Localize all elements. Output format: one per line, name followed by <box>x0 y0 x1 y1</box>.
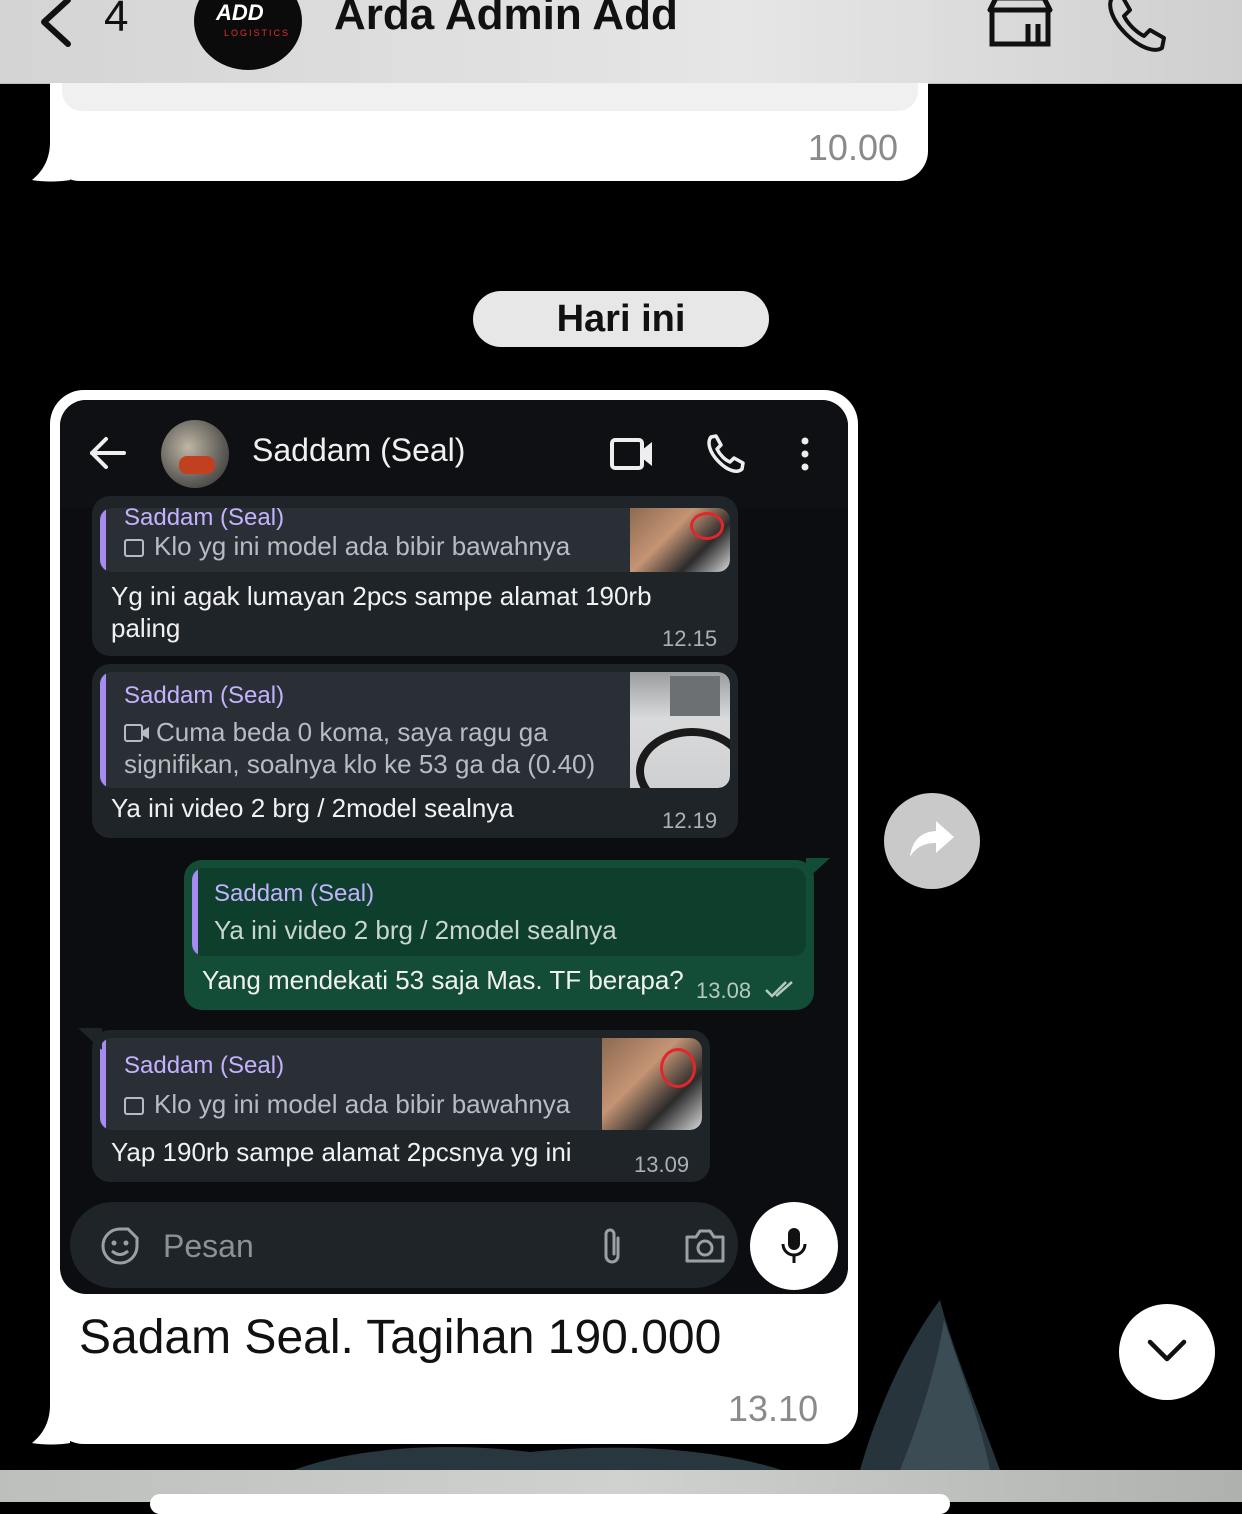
quote-sender: Saddam (Seal) <box>124 682 285 709</box>
message-time: 13.09 <box>634 1152 690 1177</box>
quote-text: Klo yg ini model ada bibir bawahnya <box>124 1088 570 1120</box>
message-text: paling <box>111 613 181 643</box>
quote-thumbnail <box>602 1038 702 1130</box>
embedded-chat-header: Saddam (Seal) <box>60 400 848 508</box>
quote-sender: Saddam (Seal) <box>124 1052 285 1079</box>
incoming-message: Saddam (Seal) Klo yg ini model ada bibir… <box>92 496 738 656</box>
message-text: Yap 190rb sampe alamat 2pcsnya yg ini <box>111 1137 572 1167</box>
reply-quote: Saddam (Seal) Cuma beda 0 koma, saya rag… <box>100 672 730 788</box>
date-divider: Hari ini <box>473 291 769 347</box>
phone-icon[interactable] <box>1104 0 1170 54</box>
embedded-contact-name: Saddam (Seal) <box>252 432 466 468</box>
phone-icon <box>707 434 745 473</box>
image-icon <box>124 539 144 557</box>
quote-text: Cuma beda 0 koma, saya ragu ga <box>124 716 548 748</box>
logo-text: ADD <box>216 0 264 25</box>
back-arrow-icon <box>90 437 126 469</box>
contact-avatar[interactable]: ADD LOGISTICS <box>194 0 302 70</box>
bubble-tail <box>32 1405 70 1445</box>
reply-quote: Saddam (Seal) Klo yg ini model ada bibir… <box>100 508 730 572</box>
quote-thumbnail <box>630 672 730 788</box>
video-icon <box>124 724 149 742</box>
message-input[interactable] <box>150 1494 950 1514</box>
input-placeholder: Pesan <box>163 1228 254 1264</box>
attachment-icon <box>604 1228 620 1264</box>
microphone-icon <box>781 1228 807 1263</box>
image-icon <box>124 1097 144 1115</box>
embedded-avatar <box>161 420 229 488</box>
store-icon[interactable] <box>984 0 1056 48</box>
reply-quote: Saddam (Seal) Ya ini video 2 brg / 2mode… <box>192 868 806 956</box>
message-time: 12.15 <box>662 626 718 651</box>
attached-screenshot[interactable]: Saddam (Seal) Saddam (Seal) Klo yg ini m… <box>60 400 848 1294</box>
mic-button <box>750 1202 838 1290</box>
more-menu-icon <box>801 437 809 471</box>
message-time: 13.10 <box>728 1388 819 1429</box>
chevron-down-icon <box>1147 1339 1187 1362</box>
forward-icon <box>910 821 954 857</box>
chat-header: 4 ADD LOGISTICS Arda Admin Add <box>0 0 1242 84</box>
message-text: Yg ini agak lumayan 2pcs sampe alamat 19… <box>111 581 652 611</box>
message-time: 12.19 <box>662 808 718 833</box>
bubble-tail <box>806 858 830 880</box>
contact-name[interactable]: Arda Admin Add <box>334 0 678 40</box>
scroll-to-bottom-button[interactable] <box>1119 1304 1215 1400</box>
logo-subtext: LOGISTICS <box>224 28 291 38</box>
forward-button[interactable] <box>884 793 980 889</box>
quote-text: Klo yg ini model ada bibir bawahnya <box>124 530 570 562</box>
read-receipt-icon <box>765 981 793 998</box>
sticker-icon <box>101 1227 139 1265</box>
quote-text: signifikan, soalnya klo ke 53 ga da (0.4… <box>124 749 596 779</box>
reply-quote: Saddam (Seal) Klo yg ini model ada bibir… <box>100 1038 702 1130</box>
message-bubble-previous[interactable]: 10.00 <box>50 83 928 181</box>
quote-thumbnail <box>630 508 730 572</box>
back-chevron-icon[interactable] <box>30 0 80 50</box>
message-time: 10.00 <box>807 127 898 168</box>
message-text: Ya ini video 2 brg / 2model sealnya <box>111 793 514 823</box>
bubble-tail <box>78 1028 102 1050</box>
message-time: 13.08 <box>696 978 752 1003</box>
unread-count[interactable]: 4 <box>104 0 128 42</box>
camera-icon <box>685 1229 725 1263</box>
quote-sender: Saddam (Seal) <box>124 508 285 531</box>
message-caption: Sadam Seal. Tagihan 190.000 <box>79 1311 722 1364</box>
video-call-icon <box>610 438 652 470</box>
bubble-tail <box>32 142 70 182</box>
incoming-message: Saddam (Seal) Klo yg ini model ada bibir… <box>92 1030 710 1182</box>
message-text: Yang mendekati 53 saja Mas. TF berapa? <box>202 965 684 995</box>
outgoing-message: Saddam (Seal) Ya ini video 2 brg / 2mode… <box>184 860 814 1010</box>
quote-sender: Saddam (Seal) <box>214 880 375 907</box>
previous-content <box>62 83 918 111</box>
embedded-message-input: Pesan <box>70 1202 738 1288</box>
incoming-message: Saddam (Seal) Cuma beda 0 koma, saya rag… <box>92 664 738 838</box>
quote-text: Ya ini video 2 brg / 2model sealnya <box>214 915 617 945</box>
